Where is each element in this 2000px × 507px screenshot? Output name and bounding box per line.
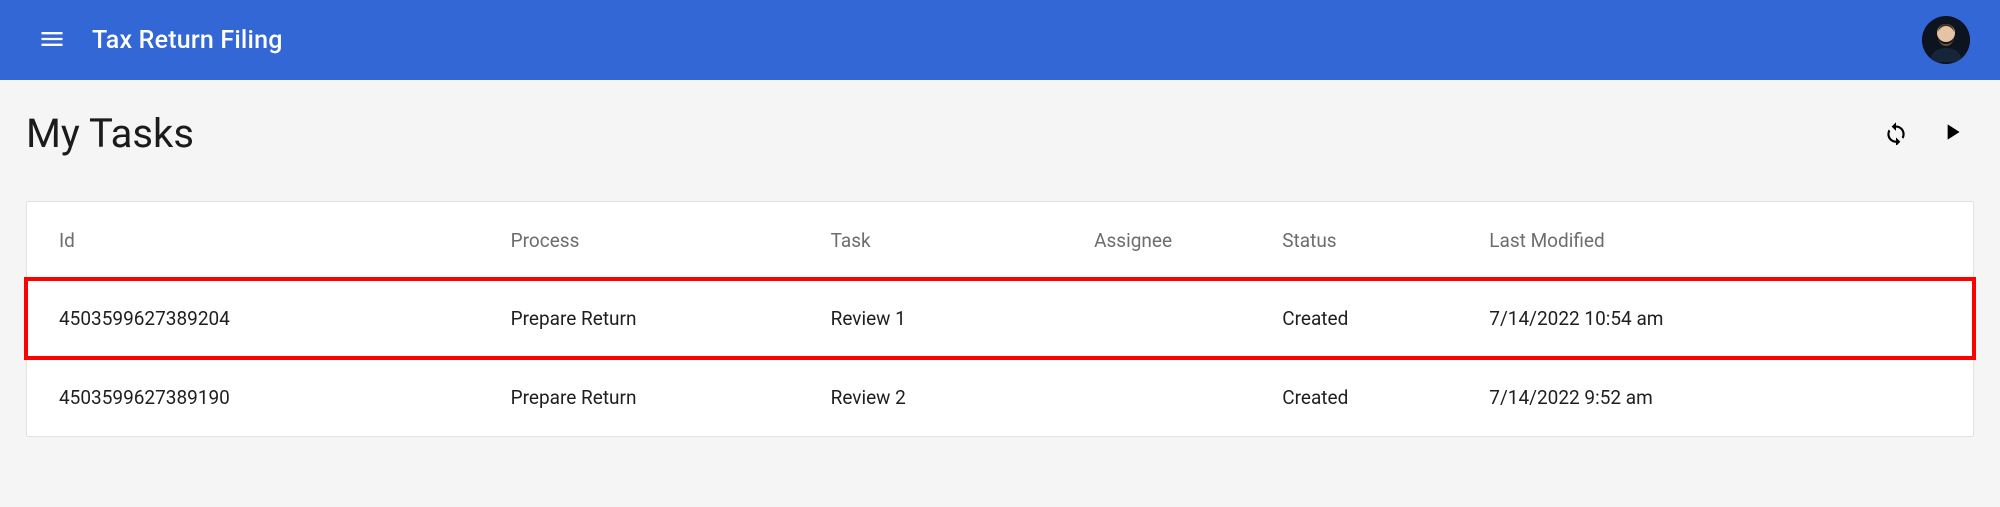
start-button[interactable] xyxy=(1930,112,1974,156)
cell-status: Created xyxy=(1282,307,1489,330)
cell-last_modified: 7/14/2022 10:54 am xyxy=(1489,307,1941,330)
page-header: My Tasks xyxy=(26,110,1974,157)
app-title: Tax Return Filing xyxy=(92,26,283,55)
play-icon xyxy=(1939,119,1965,148)
col-header-task: Task xyxy=(831,229,1094,252)
refresh-button[interactable] xyxy=(1874,112,1918,156)
cell-id: 4503599627389190 xyxy=(59,386,511,409)
app-bar: Tax Return Filing xyxy=(0,0,2000,80)
page-content: My Tasks Id Process Task Assignee Status… xyxy=(0,80,2000,437)
avatar[interactable] xyxy=(1922,16,1970,64)
menu-button[interactable] xyxy=(30,17,74,64)
refresh-icon xyxy=(1883,119,1909,148)
cell-process: Prepare Return xyxy=(511,386,831,409)
cell-task: Review 1 xyxy=(831,307,1094,330)
hamburger-icon xyxy=(38,25,66,56)
cell-task: Review 2 xyxy=(831,386,1094,409)
tasks-table: Id Process Task Assignee Status Last Mod… xyxy=(26,201,1974,437)
cell-status: Created xyxy=(1282,386,1489,409)
cell-last_modified: 7/14/2022 9:52 am xyxy=(1489,386,1941,409)
col-header-id: Id xyxy=(59,229,511,252)
table-row[interactable]: 4503599627389204Prepare ReturnReview 1 Cr… xyxy=(27,280,1973,358)
table-row[interactable]: 4503599627389190Prepare ReturnReview 2 Cr… xyxy=(27,358,1973,436)
col-header-last-modified: Last Modified xyxy=(1489,229,1941,252)
table-header-row: Id Process Task Assignee Status Last Mod… xyxy=(27,202,1973,280)
cell-process: Prepare Return xyxy=(511,307,831,330)
cell-id: 4503599627389204 xyxy=(59,307,511,330)
col-header-status: Status xyxy=(1282,229,1489,252)
avatar-icon xyxy=(1922,16,1970,64)
col-header-process: Process xyxy=(511,229,831,252)
col-header-assignee: Assignee xyxy=(1094,229,1282,252)
page-title: My Tasks xyxy=(26,110,194,157)
